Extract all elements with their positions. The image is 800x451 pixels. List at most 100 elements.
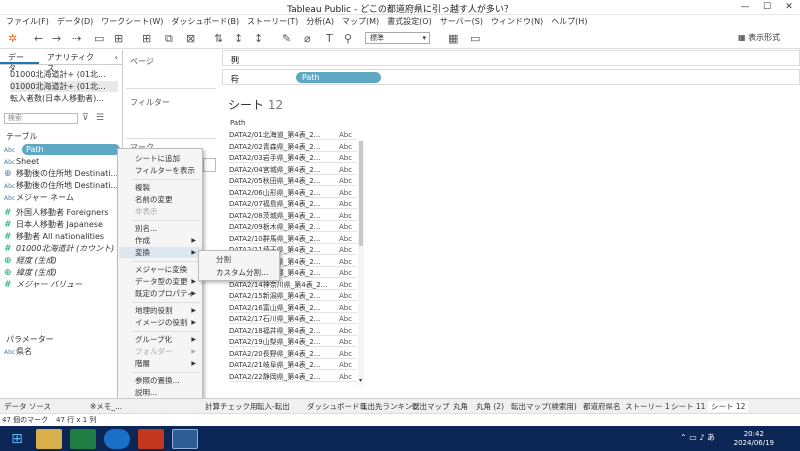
menu-item-split[interactable]: 分割 bbox=[200, 254, 283, 265]
scrollbar-thumb[interactable] bbox=[359, 141, 363, 246]
menu-data[interactable]: データ(D) bbox=[53, 15, 97, 29]
datasource-icon[interactable]: ⇢ bbox=[72, 32, 81, 46]
menu-story[interactable]: ストーリー(T) bbox=[243, 15, 302, 29]
menu-help[interactable]: ヘルプ(H) bbox=[547, 15, 591, 29]
columns-shelf[interactable]: iii 列 bbox=[222, 50, 800, 66]
sheet-tab[interactable]: 計算チェック用 bbox=[205, 401, 258, 412]
menu-server[interactable]: サーバー(S) bbox=[436, 15, 487, 29]
row-pill-path[interactable]: Path bbox=[296, 72, 381, 83]
tray-icons[interactable]: ⌃ ▭ ♪ あ bbox=[680, 432, 715, 443]
menu-analysis[interactable]: 分析(A) bbox=[302, 15, 338, 29]
highlight-icon[interactable]: ✎ bbox=[282, 32, 291, 46]
show-me-button[interactable]: ▦ 表示形式 bbox=[738, 32, 780, 43]
field-measure-names[interactable]: Abcメジャー ネーム bbox=[4, 192, 120, 203]
start-icon[interactable]: ⊞ bbox=[4, 429, 30, 449]
menu-item-custom-split[interactable]: カスタム分割... bbox=[200, 267, 283, 278]
sheet-tab[interactable]: 転入-転出 bbox=[257, 401, 290, 412]
table-row[interactable]: DATA2/19山梨県_第4表_2... Abc bbox=[229, 337, 357, 347]
edge-icon[interactable] bbox=[104, 429, 130, 449]
collapse-icon[interactable]: ‹ bbox=[107, 50, 122, 64]
context-menu-item[interactable]: 非表示 bbox=[119, 206, 202, 217]
sheet-tab[interactable]: ※メモ_... bbox=[90, 401, 122, 412]
tableau-logo-icon[interactable]: ✲ bbox=[8, 32, 17, 46]
forward-icon[interactable]: → bbox=[52, 32, 61, 46]
context-menu-item[interactable]: 参照の置換... bbox=[119, 375, 202, 386]
sheet-tab[interactable]: データ ソース bbox=[4, 401, 51, 412]
sort-desc-icon[interactable]: ↕ bbox=[254, 32, 263, 46]
table-row[interactable]: DATA2/03岩手県_第4表_2... Abc bbox=[229, 153, 357, 163]
sheet-tab[interactable]: シート 11 bbox=[671, 401, 705, 412]
sheet-tab[interactable]: 転出マップ(検索用) bbox=[511, 401, 577, 412]
maximize-button[interactable]: ☐ bbox=[756, 0, 778, 15]
presentation-icon[interactable]: ▭ bbox=[470, 32, 480, 46]
fit-icon[interactable]: ▦ bbox=[448, 32, 458, 46]
sheet-tab[interactable]: シート 12 bbox=[708, 401, 749, 412]
new-datasource-icon[interactable]: ⊞ bbox=[114, 32, 123, 46]
context-menu-item[interactable]: データ型の変更 ▶ bbox=[119, 276, 202, 287]
table-row[interactable]: DATA2/04宮城県_第4表_2... Abc bbox=[229, 165, 357, 175]
field-longitude[interactable]: ⊕ 経度 (生成) bbox=[4, 255, 120, 266]
field-sheet[interactable]: AbcSheet bbox=[4, 156, 120, 167]
context-menu-item[interactable]: 変換 ▶ bbox=[119, 247, 202, 258]
context-menu-item[interactable]: 地理的役割 ▶ bbox=[119, 305, 202, 316]
field-destination-geo[interactable]: ⊕ 移動後の住所地 Destinati... bbox=[4, 168, 120, 179]
table-row[interactable]: DATA2/20長野県_第4表_2... Abc bbox=[229, 349, 357, 359]
app-icon[interactable] bbox=[138, 429, 164, 449]
sheet-tab[interactable]: 転出マップ bbox=[412, 401, 450, 412]
menu-map[interactable]: マップ(M) bbox=[338, 15, 383, 29]
duplicate-icon[interactable]: ⧉ bbox=[165, 32, 173, 46]
save-icon[interactable]: ▭ bbox=[94, 32, 104, 46]
swap-icon[interactable]: ⇅ bbox=[214, 32, 223, 46]
menu-worksheet[interactable]: ワークシート(W) bbox=[97, 15, 167, 29]
clear-sheet-icon[interactable]: ⊠ bbox=[186, 32, 195, 46]
context-menu-item[interactable]: フィルターを表示 bbox=[119, 165, 202, 176]
context-menu-item[interactable]: 説明... bbox=[119, 387, 202, 398]
close-button[interactable]: ✕ bbox=[778, 0, 800, 15]
menu-window[interactable]: ウィンドウ(N) bbox=[487, 15, 547, 29]
field-japanese[interactable]: # 日本人移動者 Japanese bbox=[4, 219, 120, 230]
data-source-item[interactable]: 転入者数(日本人移動者)... bbox=[10, 93, 118, 104]
back-icon[interactable]: ← bbox=[34, 32, 43, 46]
context-menu-item[interactable]: 既定のプロパティ ▶ bbox=[119, 288, 202, 299]
table-row[interactable]: DATA2/01北海道_第4表_2... Abc bbox=[229, 130, 357, 140]
scroll-down-icon[interactable]: ▾ bbox=[359, 377, 362, 384]
minimize-button[interactable]: — bbox=[734, 0, 756, 15]
context-menu-item[interactable]: メジャーに変換 bbox=[119, 264, 202, 275]
explorer-icon[interactable] bbox=[36, 429, 62, 449]
field-latitude[interactable]: ⊕ 緯度 (生成) bbox=[4, 267, 120, 278]
sheet-tab[interactable]: 都道府県名 bbox=[583, 401, 621, 412]
marks-type-dropdown[interactable] bbox=[203, 158, 216, 172]
sheet-tab[interactable]: ストーリー 1 bbox=[625, 401, 670, 412]
menu-dashboard[interactable]: ダッシュボード(B) bbox=[167, 15, 243, 29]
menu-file[interactable]: ファイル(F) bbox=[2, 15, 53, 29]
context-menu-item[interactable]: シートに追加 bbox=[119, 153, 202, 164]
data-source-item[interactable]: 01000北海道計+ (01北... bbox=[10, 69, 118, 80]
table-row[interactable]: DATA2/02青森県_第4表_2... Abc bbox=[229, 142, 357, 152]
context-menu-item[interactable]: 作成 ▶ bbox=[119, 235, 202, 246]
table-row[interactable]: DATA2/15新潟県_第4表_2... Abc bbox=[229, 291, 357, 301]
table-row[interactable]: DATA2/21岐阜県_第4表_2... Abc bbox=[229, 360, 357, 370]
fit-select[interactable]: 標準 ▾ bbox=[365, 32, 430, 44]
table-row[interactable]: DATA2/05秋田県_第4表_2... Abc bbox=[229, 176, 357, 186]
list-view-icon[interactable]: ☰ bbox=[96, 113, 104, 123]
excel-icon[interactable] bbox=[70, 429, 96, 449]
tableau-icon[interactable] bbox=[172, 429, 198, 449]
sheet-tab[interactable]: 丸角 (2) bbox=[476, 401, 504, 412]
group-icon[interactable]: ⌀ bbox=[304, 32, 311, 46]
sheet-tab[interactable]: ダッシュボード 1 bbox=[307, 401, 367, 412]
sort-asc-icon[interactable]: ↕ bbox=[234, 32, 243, 46]
tab-analytics[interactable]: アナリティクス bbox=[39, 50, 107, 73]
table-row[interactable]: DATA2/14神奈川県_第4表_2... Abc bbox=[229, 280, 357, 290]
context-menu-item[interactable]: イメージの役割 ▶ bbox=[119, 317, 202, 328]
data-source-item-selected[interactable]: 01000北海道計+ (01北... bbox=[10, 81, 118, 92]
label-icon[interactable]: T bbox=[326, 32, 333, 46]
context-menu-item[interactable]: 別名... bbox=[119, 223, 202, 234]
clock[interactable]: 20:42 2024/06/19 bbox=[734, 430, 774, 448]
context-menu-item[interactable]: フォルダー ▶ bbox=[119, 346, 202, 357]
context-menu-item[interactable]: グループ化 ▶ bbox=[119, 334, 202, 345]
sheet-tab[interactable]: 転出先ランキング bbox=[360, 401, 420, 412]
field-foreigners[interactable]: # 外国人移動者 Foreigners bbox=[4, 207, 120, 218]
table-row[interactable]: DATA2/06山形県_第4表_2... Abc bbox=[229, 188, 357, 198]
filter-icon[interactable]: ⊽ bbox=[82, 113, 89, 123]
context-menu-item[interactable]: 複製 bbox=[119, 182, 202, 193]
